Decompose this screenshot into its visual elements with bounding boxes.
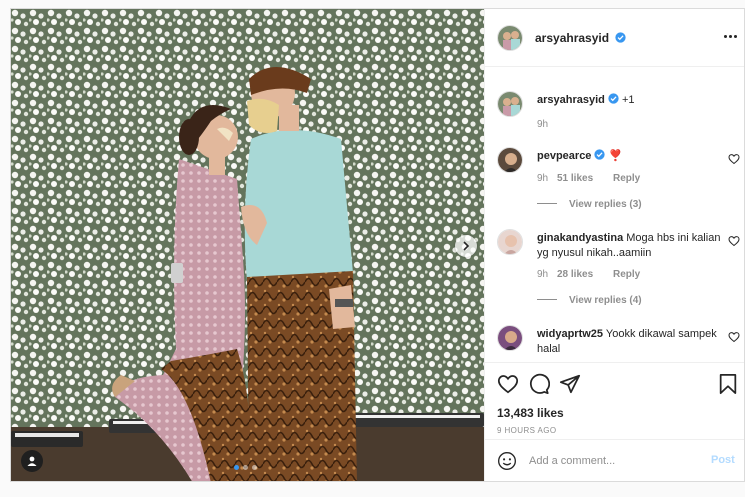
view-replies-button[interactable]: View replies (4)	[537, 295, 642, 306]
author-username[interactable]: arsyahrasyid	[535, 31, 627, 45]
author-username-text[interactable]: arsyahrasyid	[535, 31, 609, 45]
post-comment-button[interactable]: Post	[711, 454, 735, 466]
more-dot	[724, 35, 727, 38]
next-slide-button[interactable]	[455, 235, 477, 257]
post-card: arsyahrasyid arsyahrasyid +1 9h pevpearc…	[10, 8, 745, 482]
carousel-dot	[252, 465, 257, 470]
add-comment-bar: Post	[485, 439, 744, 481]
view-replies-button[interactable]: View replies (3)	[537, 199, 642, 210]
like-comment-heart-icon[interactable]	[728, 331, 740, 343]
more-dot	[729, 35, 732, 38]
user-icon	[27, 456, 37, 466]
view-replies-label[interactable]: View replies (3)	[569, 199, 642, 210]
comments-list: arsyahrasyid +1 9h pevpearce ❣️ 9h 51 li…	[485, 67, 744, 363]
comment-likes[interactable]: 28 likes	[557, 269, 593, 280]
reply-button[interactable]: Reply	[613, 269, 640, 280]
post-header: arsyahrasyid	[485, 9, 744, 67]
comment-username[interactable]: ginakandyastina	[537, 232, 623, 244]
comment: pevpearce ❣️	[537, 149, 722, 164]
verified-badge-icon	[594, 149, 606, 160]
share-paper-plane-icon[interactable]	[559, 373, 581, 395]
comment-text: ❣️	[608, 150, 623, 162]
tagged-users-button[interactable]	[21, 450, 43, 472]
verified-badge-icon	[608, 93, 619, 104]
carousel-indicator	[234, 465, 257, 470]
emoji-icon[interactable]	[497, 451, 517, 471]
comment-avatar[interactable]	[497, 147, 523, 173]
caption-time[interactable]: 9h	[537, 119, 548, 130]
carousel-dot	[243, 465, 248, 470]
view-replies-label[interactable]: View replies (4)	[569, 295, 642, 306]
comment-time[interactable]: 9h	[537, 173, 548, 184]
caption: arsyahrasyid +1	[537, 93, 722, 108]
carousel-dot	[234, 465, 239, 470]
comment-avatar[interactable]	[497, 229, 523, 255]
avatar-portrait-icon	[498, 148, 522, 172]
comment-username[interactable]: pevpearce	[537, 150, 591, 162]
caption-username[interactable]: arsyahrasyid	[537, 94, 605, 106]
reply-button[interactable]: Reply	[613, 173, 640, 184]
like-heart-icon[interactable]	[497, 373, 519, 395]
more-options-button[interactable]	[722, 31, 740, 41]
post-photo[interactable]	[11, 9, 484, 481]
replies-line	[537, 203, 557, 204]
caption-avatar[interactable]	[497, 91, 523, 117]
chevron-right-icon	[463, 241, 470, 251]
author-avatar[interactable]	[497, 25, 523, 51]
comment-avatar[interactable]	[497, 325, 523, 351]
comment: widyaprtw25 Yookk dikawal sampek halal	[537, 327, 722, 357]
avatar-couple-icon	[498, 92, 522, 116]
comment-time[interactable]: 9h	[537, 269, 548, 280]
comment-username[interactable]: widyaprtw25	[537, 328, 603, 340]
comment-bubble-icon[interactable]	[528, 373, 550, 395]
avatar-portrait-icon	[498, 230, 522, 254]
avatar-couple-icon	[498, 26, 522, 50]
verified-badge-icon	[615, 32, 627, 43]
replies-line	[537, 299, 557, 300]
caption-suffix[interactable]: +1	[622, 94, 635, 106]
like-comment-heart-icon[interactable]	[728, 153, 740, 165]
comment-input[interactable]	[529, 452, 699, 470]
likes-count[interactable]: 13,483 likes	[497, 406, 564, 420]
comment-likes[interactable]: 51 likes	[557, 173, 593, 184]
photo-image	[11, 9, 484, 481]
post-actions: 13,483 likes 9 HOURS AGO	[485, 363, 744, 443]
bookmark-icon[interactable]	[717, 373, 739, 395]
post-timestamp[interactable]: 9 HOURS AGO	[497, 426, 557, 435]
comment: ginakandyastina Moga hbs ini kalian yg n…	[537, 231, 722, 261]
like-comment-heart-icon[interactable]	[728, 235, 740, 247]
post-side-panel: arsyahrasyid arsyahrasyid +1 9h pevpearc…	[484, 9, 744, 481]
avatar-portrait-icon	[498, 326, 522, 350]
more-dot	[734, 35, 737, 38]
